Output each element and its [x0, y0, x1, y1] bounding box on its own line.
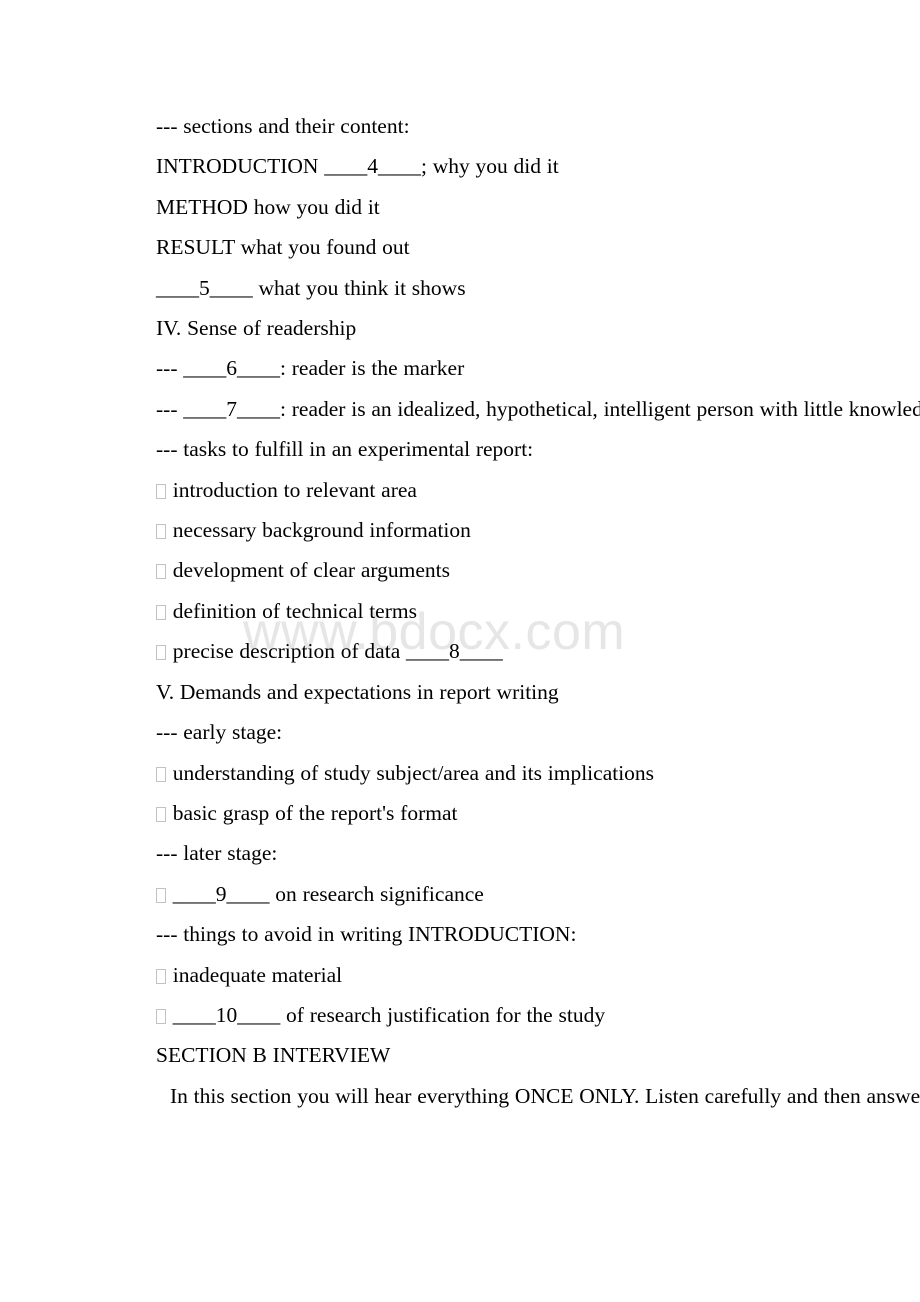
text-line-content: INTRODUCTION ____4____; why you did it [156, 154, 559, 179]
text-line-content: --- ____7____: reader is an idealized, h… [156, 396, 920, 421]
text-line-heading-v: V. Demands and expectations in report wr… [0, 672, 920, 712]
missing-glyph-bullet-icon [156, 968, 166, 984]
text-line-section-b-instructions: In this section you will hear everything… [0, 1076, 920, 1116]
text-line-bullet-blank-10: ____10____ of research justification for… [0, 995, 920, 1035]
missing-glyph-bullet-icon [156, 806, 166, 822]
missing-glyph-bullet-icon [156, 604, 166, 620]
text-line-bullet-understanding: understanding of study subject/area and … [0, 753, 920, 793]
text-line-bullet-inadequate: inadequate material [0, 955, 920, 995]
text-line-content: METHOD how you did it [156, 194, 380, 219]
missing-glyph-bullet-icon [156, 1008, 166, 1024]
document-body: --- sections and their content: INTRODUCT… [0, 0, 920, 1116]
text-line-things-to-avoid: --- things to avoid in writing INTRODUCT… [0, 914, 920, 954]
missing-glyph-bullet-icon [156, 645, 166, 661]
text-line-early-stage: --- early stage: [0, 712, 920, 752]
text-line-content: introduction to relevant area [172, 477, 417, 502]
text-line-blank-7: --- ____7____: reader is an idealized, h… [0, 389, 920, 429]
missing-glyph-bullet-icon [156, 524, 166, 540]
text-line-content: In this section you will hear everything… [170, 1083, 920, 1108]
text-line-content: precise description of data ____8____ [172, 639, 503, 664]
text-line-content: IV. Sense of readership [156, 316, 357, 341]
text-line-bullet-intro-area: introduction to relevant area [0, 470, 920, 510]
text-line-content: V. Demands and expectations in report wr… [156, 679, 559, 704]
text-line-blank-6: --- ____6____: reader is the marker [0, 348, 920, 388]
text-line-tasks-to-fulfill: --- tasks to fulfill in an experimental … [0, 429, 920, 469]
text-line-content: --- sections and their content: [156, 114, 410, 138]
text-line-content: development of clear arguments [172, 558, 450, 583]
text-line-content: --- things to avoid in writing INTRODUCT… [156, 922, 577, 947]
missing-glyph-bullet-icon [156, 887, 166, 903]
text-line-content: definition of technical terms [172, 598, 417, 623]
text-line-content: inadequate material [172, 962, 343, 987]
text-line-content: understanding of study subject/area and … [172, 760, 655, 785]
text-line-content: ____9____ on research significance [172, 881, 484, 906]
text-line-bullet-technical-terms: definition of technical terms [0, 591, 920, 631]
text-line-bullet-background: necessary background information [0, 510, 920, 550]
text-line-result: RESULT what you found out [0, 227, 920, 267]
text-line-bullet-arguments: development of clear arguments [0, 550, 920, 590]
text-line-content: basic grasp of the report's format [172, 800, 458, 825]
missing-glyph-bullet-icon [156, 564, 166, 580]
text-line-heading-iv: IV. Sense of readership [0, 308, 920, 348]
text-line-sections-content: --- sections and their content: [0, 106, 920, 146]
text-line-content: RESULT what you found out [156, 235, 410, 260]
text-line-introduction: INTRODUCTION ____4____; why you did it [0, 146, 920, 186]
text-line-blank-5: ____5____ what you think it shows [0, 268, 920, 308]
text-line-bullet-basic-grasp: basic grasp of the report's format [0, 793, 920, 833]
text-line-section-b-heading: SECTION B INTERVIEW [0, 1035, 920, 1075]
text-line-bullet-blank-8: precise description of data ____8____ [0, 631, 920, 671]
text-line-content: --- tasks to fulfill in an experimental … [156, 437, 534, 462]
text-line-content: ____10____ of research justification for… [172, 1002, 606, 1027]
document-page: www.bdocx.com --- sections and their con… [0, 0, 920, 1302]
text-line-content: necessary background information [172, 518, 471, 543]
text-line-later-stage: --- later stage: [0, 833, 920, 873]
text-line-content: --- later stage: [156, 841, 278, 866]
text-line-bullet-blank-9: ____9____ on research significance [0, 874, 920, 914]
missing-glyph-bullet-icon [156, 766, 166, 782]
missing-glyph-bullet-icon [156, 483, 166, 499]
text-line-content: --- ____6____: reader is the marker [156, 356, 465, 381]
text-line-content: SECTION B INTERVIEW [156, 1043, 391, 1068]
text-line-content: ____5____ what you think it shows [156, 275, 466, 300]
text-line-method: METHOD how you did it [0, 187, 920, 227]
text-line-content: --- early stage: [156, 720, 283, 745]
